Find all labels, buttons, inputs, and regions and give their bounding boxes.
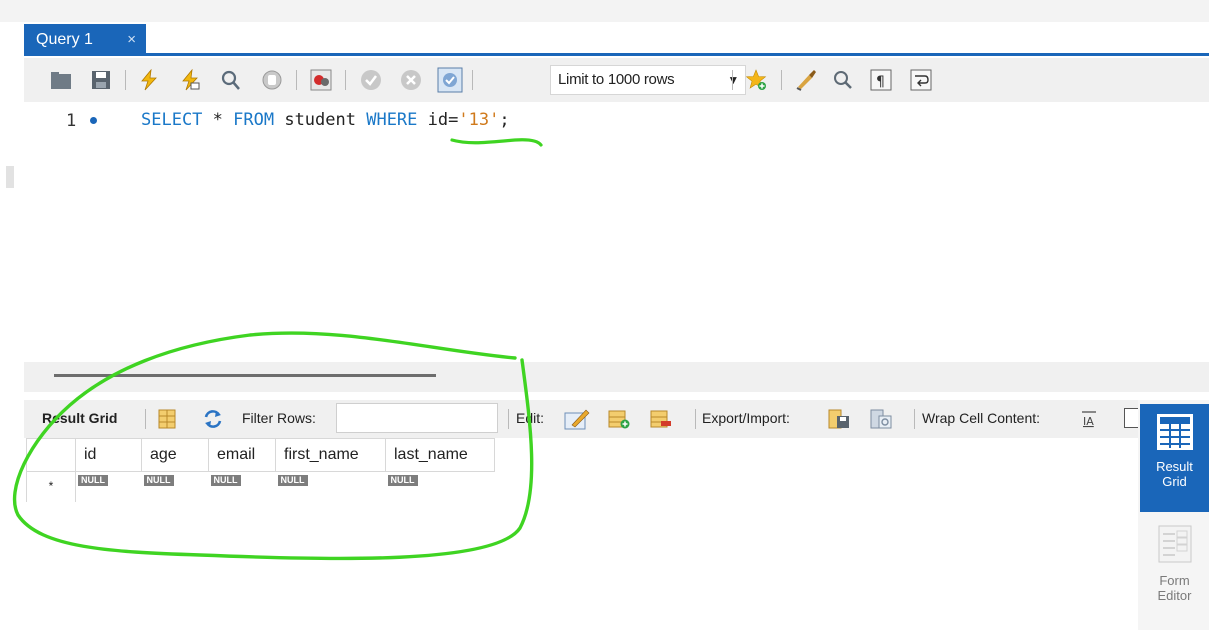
limit-rows-select[interactable]: Limit to 1000 rows ▼ (550, 65, 746, 95)
autocommit-icon[interactable] (437, 67, 463, 93)
toolbar-separator (145, 409, 146, 429)
pane-splitter[interactable] (24, 362, 1209, 392)
sql-keyword-where: WHERE (366, 110, 418, 130)
form-editor-icon (1158, 525, 1191, 563)
tab-query-1[interactable]: Query 1 × (24, 24, 146, 56)
invisible-chars-icon[interactable]: ¶ (870, 69, 892, 91)
limit-select-value: Limit to 1000 rows (558, 71, 675, 88)
toolbar-separator (125, 70, 126, 90)
column-header-first-name[interactable]: first_name (275, 438, 386, 472)
window-top-strip (0, 0, 1209, 22)
save-icon[interactable] (90, 69, 112, 91)
form-layout-icon[interactable] (156, 408, 178, 430)
sql-statement[interactable]: SELECT * FROM student WHERE id='13'; (141, 110, 510, 130)
filter-rows-input[interactable] (336, 403, 498, 433)
svg-text:IA: IA (1083, 415, 1094, 428)
edit-cell-icon[interactable] (564, 407, 590, 431)
null-badge: NULL (143, 475, 174, 486)
null-badge: NULL (78, 475, 108, 486)
grid-cell-last-name[interactable]: NULL (386, 472, 495, 503)
grid-header-row: id age email first_name last_name (26, 438, 495, 472)
sql-column: id= (417, 110, 459, 130)
toolbar-separator (695, 409, 696, 429)
column-header-email[interactable]: email (208, 438, 276, 472)
import-icon[interactable] (870, 408, 892, 430)
grid-corner-cell (26, 438, 76, 472)
sql-keyword-from: FROM (233, 110, 275, 130)
grid-cell-id[interactable]: NULL (76, 472, 142, 503)
side-form-editor-button[interactable]: Form Editor (1140, 520, 1209, 620)
delete-row-icon[interactable] (650, 408, 672, 430)
wrap-cell-label: Wrap Cell Content: (922, 410, 1041, 426)
side-form-editor-label: Form Editor (1157, 573, 1192, 603)
svg-text:¶: ¶ (876, 74, 885, 90)
commit-icon[interactable] (360, 69, 382, 91)
export-icon[interactable] (828, 408, 850, 430)
open-folder-icon[interactable] (50, 69, 72, 91)
toggle-error-icon[interactable] (310, 69, 332, 91)
new-row-marker: * (26, 471, 76, 502)
sql-keyword-select: SELECT (141, 110, 203, 130)
sql-terminator: ; (499, 110, 510, 130)
result-grid-icon (1156, 414, 1193, 450)
grid-cell-age[interactable]: NULL (142, 472, 209, 503)
result-grid[interactable]: id age email first_name last_name * NULL… (26, 438, 495, 502)
grid-cell-first-name[interactable]: NULL (276, 472, 386, 503)
sql-string-value: '13' (458, 110, 500, 130)
explain-icon[interactable] (219, 69, 241, 91)
filter-rows-label: Filter Rows: (242, 410, 316, 426)
close-icon[interactable]: × (127, 24, 136, 56)
toolbar-separator (508, 409, 509, 429)
execute-current-icon[interactable] (179, 69, 201, 91)
left-gutter (0, 22, 24, 630)
rollback-icon[interactable] (400, 69, 422, 91)
refresh-icon[interactable] (202, 408, 224, 430)
column-header-age[interactable]: age (141, 438, 209, 472)
add-row-icon[interactable] (608, 408, 630, 430)
wrap-cell-icon[interactable]: IA (1080, 409, 1098, 429)
result-toolbar: Result Grid Filter Rows: Edit: Export/Im… (24, 400, 1140, 438)
toolbar-separator (781, 70, 782, 90)
side-result-grid-button[interactable]: Result Grid (1140, 404, 1209, 512)
sql-star: * (202, 110, 234, 130)
grid-cell-email[interactable]: NULL (209, 472, 276, 503)
execute-icon[interactable] (138, 69, 160, 91)
editor-toolbar: Limit to 1000 rows ▼ ¶ (24, 58, 1209, 102)
add-snippet-icon[interactable] (746, 69, 768, 91)
sql-table-name: student (274, 110, 367, 130)
result-grid-label[interactable]: Result Grid (42, 410, 117, 426)
gutter-marker (6, 166, 14, 188)
line-number: 1 (66, 111, 77, 131)
statement-marker-icon (90, 117, 97, 124)
beautify-icon[interactable] (795, 69, 817, 91)
null-badge: NULL (387, 475, 418, 486)
tab-bar (24, 22, 1209, 56)
sql-editor[interactable] (24, 102, 1209, 362)
column-header-id[interactable]: id (75, 438, 142, 472)
stop-icon[interactable] (261, 69, 283, 91)
toolbar-separator (296, 70, 297, 90)
chevron-down-icon[interactable]: ▼ (727, 66, 739, 94)
toolbar-separator (914, 409, 915, 429)
toolbar-separator (732, 70, 733, 90)
wrap-lines-icon[interactable] (910, 69, 932, 91)
null-badge: NULL (210, 475, 241, 486)
tab-label: Query 1 (36, 31, 93, 48)
null-badge: NULL (277, 475, 308, 486)
splitter-handle[interactable] (54, 374, 436, 377)
table-row[interactable]: * NULL NULL NULL NULL NULL (26, 471, 495, 503)
side-result-grid-label: Result Grid (1156, 459, 1193, 489)
column-header-last-name[interactable]: last_name (385, 438, 495, 472)
export-import-label: Export/Import: (702, 410, 790, 426)
toolbar-separator (345, 70, 346, 90)
toolbar-separator (472, 70, 473, 90)
edit-label: Edit: (516, 410, 545, 426)
find-icon[interactable] (832, 69, 854, 91)
